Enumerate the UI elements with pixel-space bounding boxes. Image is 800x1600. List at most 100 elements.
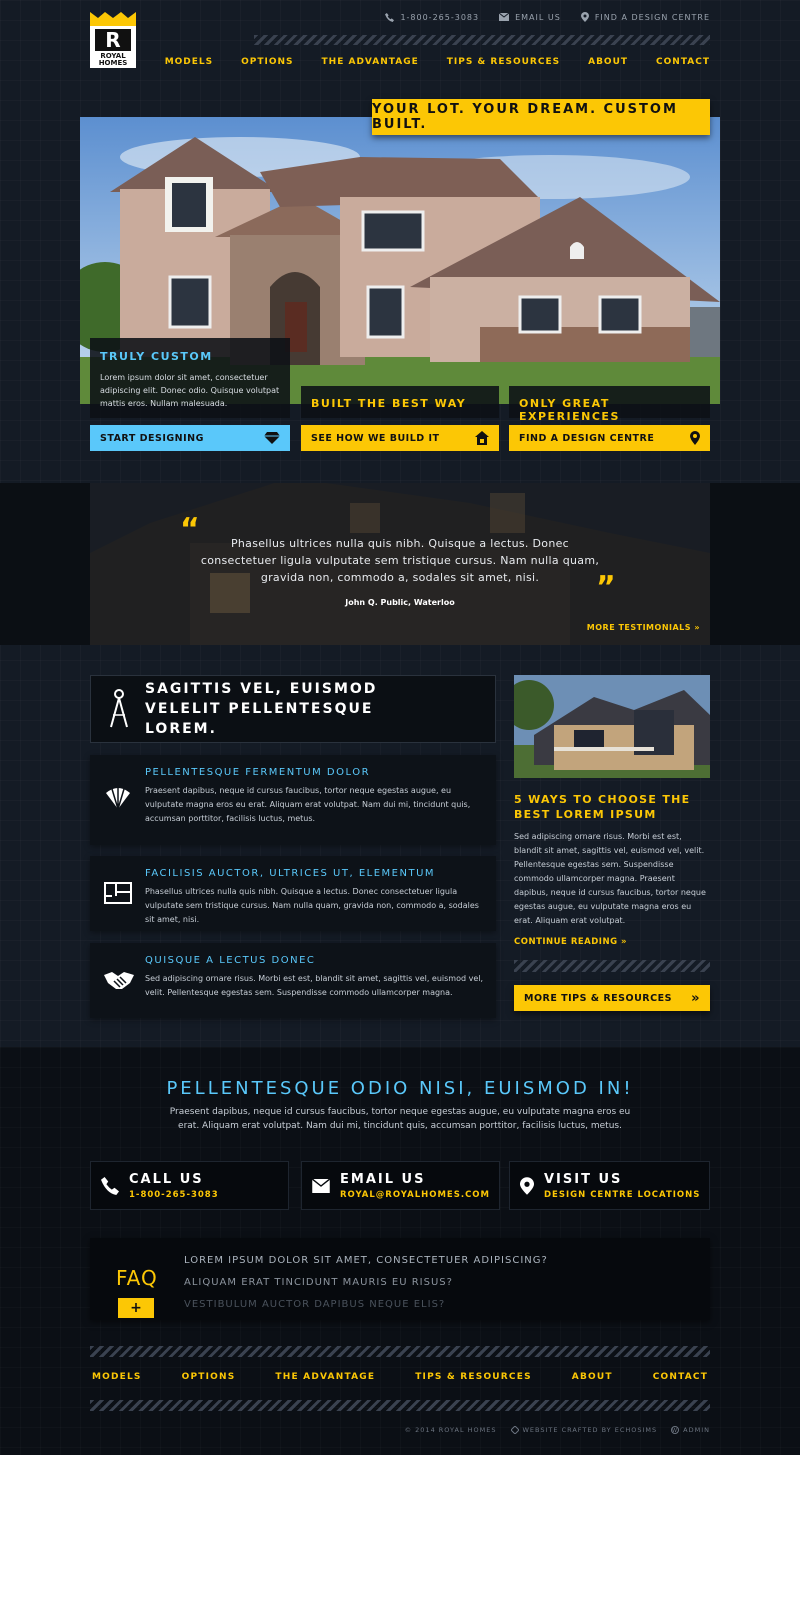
hero-card-built-best-way: BUILT THE BEST WAY	[301, 386, 499, 418]
email-us-box[interactable]: EMAIL US ROYAL@ROYALHOMES.COM	[301, 1161, 500, 1210]
map-pin-icon	[520, 1176, 534, 1195]
drafting-compass-icon	[110, 689, 128, 728]
card-title-truly-custom: TRULY CUSTOM	[100, 350, 213, 363]
faq-question[interactable]: LOREM IPSUM DOLOR SIT AMET, CONSECTETUER…	[184, 1250, 548, 1272]
footer-nav-contact[interactable]: CONTACT	[653, 1372, 708, 1382]
faq-question[interactable]: ALIQUAM ERAT TINCIDUNT MAURIS EU RISUS?	[184, 1272, 548, 1294]
hero-tagline: YOUR LOT. YOUR DREAM. CUSTOM BUILT.	[372, 99, 710, 135]
footer-credits: © 2014 ROYAL HOMES WEBSITE CRAFTED BY EC…	[405, 1426, 710, 1434]
call-us-title: CALL US	[129, 1171, 204, 1187]
phone-icon	[385, 12, 395, 22]
article-text: Sed adipiscing ornare risus. Morbi est e…	[514, 832, 706, 925]
start-designing-label: START DESIGNING	[100, 432, 204, 444]
open-quote-icon: “	[180, 512, 200, 547]
topbar-phone-text: 1-800-265-3083	[400, 12, 480, 22]
admin-text: ADMIN	[683, 1426, 710, 1434]
email-us-title: EMAIL US	[340, 1171, 426, 1187]
topbar-phone[interactable]: 1-800-265-3083	[385, 12, 479, 22]
feature-item: PELLENTESQUE FERMENTUM DOLOR Praesent da…	[90, 755, 496, 845]
find-design-centre-button[interactable]: FIND A DESIGN CENTRE	[509, 425, 710, 451]
wordpress-icon: W	[671, 1426, 680, 1434]
close-quote-icon: ”	[596, 570, 616, 605]
footer-nav-tips-resources[interactable]: TIPS & RESOURCES	[415, 1372, 532, 1382]
nav-models[interactable]: MODELS	[165, 57, 213, 67]
footer-divider-bottom	[90, 1400, 710, 1411]
more-testimonials-link[interactable]: MORE TESTIMONIALS »	[587, 623, 700, 632]
see-how-we-build-label: SEE HOW WE BUILD IT	[311, 432, 440, 444]
footer-divider-top	[90, 1346, 710, 1357]
article-title[interactable]: 5 WAYS TO CHOOSE THE BEST LOREM IPSUM	[514, 792, 710, 822]
features-heading-box: SAGITTIS VEL, EUISMOD VELELIT PELLENTESQ…	[90, 675, 496, 743]
topbar-email-text: EMAIL US	[515, 12, 561, 22]
email-us-address: ROYAL@ROYALHOMES.COM	[340, 1189, 490, 1200]
nav-about[interactable]: ABOUT	[588, 57, 628, 67]
top-utility-bar: 1-800-265-3083 EMAIL US FIND A DESIGN CE…	[385, 12, 710, 22]
phone-icon	[101, 1176, 119, 1195]
logo-line-2: HOMES	[98, 59, 128, 67]
royal-homes-logo[interactable]: R ROYAL HOMES	[90, 12, 136, 68]
nav-tips-resources[interactable]: TIPS & RESOURCES	[447, 57, 560, 67]
feature-text: Praesent dapibus, neque id cursus faucib…	[145, 786, 471, 823]
faq-label: FAQ	[116, 1266, 158, 1290]
topbar-email[interactable]: EMAIL US	[499, 12, 561, 22]
crafted-by-text: WEBSITE CRAFTED BY ECHOSIMS	[522, 1426, 658, 1434]
footer-nav-the-advantage[interactable]: THE ADVANTAGE	[275, 1372, 375, 1382]
call-us-box[interactable]: CALL US 1-800-265-3083	[90, 1161, 289, 1210]
visit-us-box[interactable]: VISIT US DESIGN CENTRE LOCATIONS	[509, 1161, 710, 1210]
testimonial-author: John Q. Public, Waterloo	[345, 598, 455, 607]
see-how-we-build-button[interactable]: SEE HOW WE BUILD IT	[301, 425, 499, 451]
echosims-icon	[510, 1426, 519, 1434]
more-tips-label: MORE TIPS & RESOURCES	[524, 992, 672, 1004]
admin-link[interactable]: W ADMIN	[671, 1426, 710, 1434]
faq-questions: LOREM IPSUM DOLOR SIT AMET, CONSECTETUER…	[184, 1250, 548, 1316]
features-heading: SAGITTIS VEL, EUISMOD VELELIT PELLENTESQ…	[145, 681, 378, 737]
envelope-icon	[312, 1178, 330, 1193]
visit-us-title: VISIT US	[544, 1171, 623, 1187]
header-divider	[254, 35, 710, 45]
feature-item: QUISQUE A LECTUS DONEC Sed adipiscing or…	[90, 943, 496, 1018]
nav-options[interactable]: OPTIONS	[241, 57, 293, 67]
fan-swatch-icon	[106, 787, 130, 809]
more-tips-button[interactable]: MORE TIPS & RESOURCES »	[514, 985, 710, 1011]
envelope-icon	[499, 13, 510, 21]
crafted-by-link[interactable]: WEBSITE CRAFTED BY ECHOSIMS	[510, 1426, 658, 1434]
article-house-image[interactable]	[514, 675, 710, 778]
card-text-truly-custom: Lorem ipsum dolor sit amet, consectetuer…	[100, 373, 280, 408]
svg-text:W: W	[672, 1428, 678, 1434]
nav-contact[interactable]: CONTACT	[656, 57, 710, 67]
footer-nav: MODELS OPTIONS THE ADVANTAGE TIPS & RESO…	[90, 1372, 710, 1382]
contact-text: Praesent dapibus, neque id cursus faucib…	[169, 1107, 631, 1131]
nav-the-advantage[interactable]: THE ADVANTAGE	[322, 57, 419, 67]
topbar-find[interactable]: FIND A DESIGN CENTRE	[580, 12, 710, 22]
main-nav: MODELS OPTIONS THE ADVANTAGE TIPS & RESO…	[165, 57, 710, 67]
topbar-find-text: FIND A DESIGN CENTRE	[594, 12, 710, 22]
feature-item: FACILISIS AUCTOR, ULTRICES UT, ELEMENTUM…	[90, 856, 496, 931]
diamond-icon	[264, 432, 280, 444]
continue-reading-link[interactable]: CONTINUE READING »	[514, 937, 627, 947]
svg-text:R: R	[105, 28, 120, 52]
hero-card-great-experiences: ONLY GREAT EXPERIENCES	[509, 386, 710, 423]
faq-question[interactable]: VESTIBULUM AUCTOR DAPIBUS NEQUE ELIS?	[184, 1294, 548, 1316]
feature-text: Sed adipiscing ornare risus. Morbi est e…	[145, 974, 484, 997]
footer-nav-about[interactable]: ABOUT	[572, 1372, 613, 1382]
handshake-icon	[104, 972, 134, 989]
feature-title: FACILISIS AUCTOR, ULTRICES UT, ELEMENTUM	[145, 868, 436, 879]
start-designing-button[interactable]: START DESIGNING	[90, 425, 290, 451]
map-pin-icon	[580, 12, 589, 22]
faq-expand-button[interactable]: +	[118, 1298, 154, 1318]
find-design-centre-label: FIND A DESIGN CENTRE	[519, 432, 655, 444]
feature-title: PELLENTESQUE FERMENTUM DOLOR	[145, 767, 371, 778]
page: R ROYAL HOMES 1-800-265-3083 EMAIL US FI…	[0, 0, 800, 1455]
floorplan-icon	[104, 882, 132, 904]
double-chevron-right-icon: »	[691, 990, 700, 1006]
hero-card-truly-custom: TRULY CUSTOM Lorem ipsum dolor sit amet,…	[90, 338, 290, 418]
copyright-text: © 2014 ROYAL HOMES	[404, 1426, 497, 1434]
feature-text: Phasellus ultrices nulla quis nibh. Quis…	[145, 887, 479, 924]
feature-title: QUISQUE A LECTUS DONEC	[145, 955, 316, 966]
footer-nav-options[interactable]: OPTIONS	[182, 1372, 236, 1382]
contact-heading: PELLENTESQUE ODIO NISI, EUISMOD IN!	[166, 1078, 634, 1099]
house-icon	[475, 431, 489, 445]
testimonial-quote: Phasellus ultrices nulla quis nibh. Quis…	[200, 537, 600, 584]
footer-nav-models[interactable]: MODELS	[92, 1372, 142, 1382]
visit-us-locations: DESIGN CENTRE LOCATIONS	[544, 1189, 701, 1200]
